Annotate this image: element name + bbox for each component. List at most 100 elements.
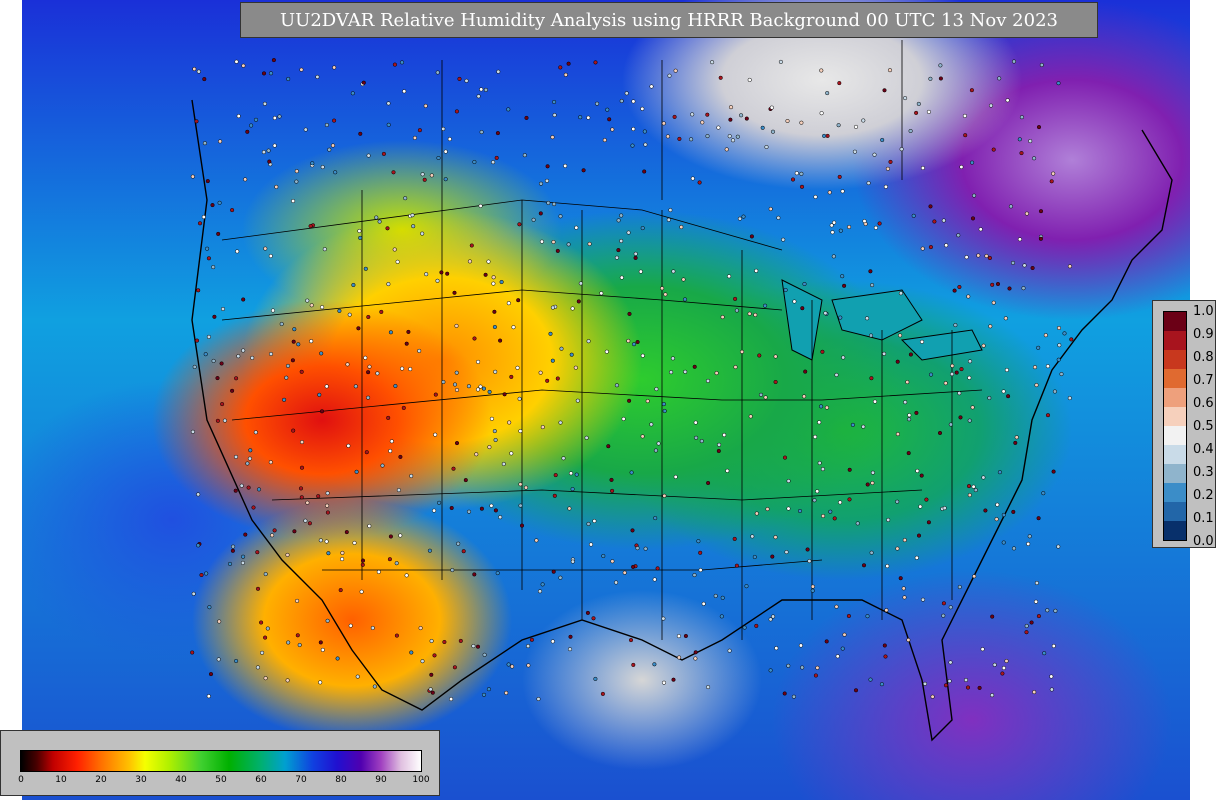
station-marker: [728, 117, 733, 122]
station-marker: [292, 327, 297, 332]
station-marker: [529, 637, 534, 642]
station-marker: [285, 678, 290, 683]
station-marker: [354, 469, 359, 474]
station-marker: [267, 159, 272, 164]
station-marker: [1014, 435, 1019, 440]
station-marker: [552, 202, 557, 207]
station-marker: [192, 66, 197, 72]
station-marker: [255, 586, 261, 591]
station-marker: [1001, 389, 1006, 394]
station-marker: [245, 461, 250, 466]
station-marker: [1026, 541, 1031, 546]
station-marker: [758, 392, 764, 397]
station-marker: [744, 116, 749, 121]
station-marker: [518, 482, 523, 487]
station-marker: [753, 312, 758, 317]
station-marker: [837, 81, 842, 86]
station-marker: [1051, 171, 1056, 176]
station-marker: [928, 76, 933, 81]
station-marker: [631, 662, 636, 667]
station-marker: [299, 495, 304, 500]
station-marker: [417, 128, 422, 133]
station-marker: [515, 365, 520, 370]
station-marker: [531, 217, 536, 222]
obs-color-swatch: [1164, 521, 1186, 540]
station-marker: [749, 234, 754, 239]
station-marker: [716, 448, 721, 454]
station-marker: [1019, 115, 1024, 120]
station-marker: [901, 586, 906, 591]
station-marker: [918, 504, 923, 509]
station-marker: [481, 692, 487, 697]
station-marker: [410, 213, 415, 218]
station-marker: [724, 147, 729, 152]
station-marker: [825, 91, 830, 96]
station-marker: [1052, 389, 1057, 394]
station-marker: [561, 456, 566, 461]
station-marker: [432, 508, 437, 513]
station-marker: [830, 230, 835, 235]
station-marker: [902, 538, 907, 543]
station-marker: [823, 311, 828, 316]
obs-tick-label: 0.3: [1193, 465, 1214, 480]
station-marker: [451, 466, 456, 471]
station-marker: [318, 538, 323, 543]
station-marker: [882, 88, 887, 93]
station-marker: [578, 281, 583, 286]
station-marker: [355, 674, 360, 679]
station-marker: [763, 303, 768, 308]
station-marker: [1000, 671, 1005, 676]
station-marker: [586, 521, 591, 526]
station-marker: [388, 448, 393, 454]
station-marker: [398, 533, 403, 538]
station-marker: [771, 614, 776, 619]
station-marker: [486, 259, 491, 264]
station-marker: [967, 418, 972, 423]
station-marker: [363, 355, 368, 360]
station-marker: [352, 540, 357, 545]
station-marker: [653, 516, 658, 521]
station-marker: [360, 558, 366, 563]
station-marker: [966, 484, 972, 489]
station-marker: [799, 184, 805, 189]
station-marker: [970, 405, 975, 410]
station-marker: [308, 224, 313, 229]
station-marker: [1034, 383, 1039, 388]
station-marker: [769, 105, 774, 110]
station-marker: [518, 503, 523, 508]
station-marker: [778, 59, 783, 64]
station-marker: [610, 127, 615, 132]
station-marker: [555, 248, 560, 253]
station-marker: [790, 177, 796, 182]
station-marker: [791, 694, 796, 699]
station-marker: [526, 644, 531, 649]
station-marker: [310, 161, 315, 166]
station-marker: [868, 333, 874, 338]
station-marker: [645, 399, 650, 404]
station-marker: [840, 189, 845, 194]
station-marker: [540, 425, 545, 430]
station-marker: [443, 149, 448, 154]
station-marker: [660, 286, 665, 291]
station-marker: [204, 571, 209, 576]
station-marker: [995, 281, 1001, 287]
analysis-tick-label: 90: [375, 775, 387, 785]
station-marker: [472, 336, 477, 341]
station-marker: [268, 351, 274, 357]
station-marker: [1045, 364, 1050, 369]
station-marker: [194, 338, 200, 343]
station-marker: [916, 101, 921, 106]
station-marker: [400, 366, 405, 371]
station-marker: [920, 597, 926, 602]
station-marker: [517, 222, 522, 227]
station-marker: [392, 247, 397, 252]
station-marker: [309, 303, 314, 308]
station-marker: [972, 193, 977, 198]
station-marker: [524, 115, 529, 120]
station-marker: [387, 557, 392, 562]
station-marker: [454, 323, 459, 328]
station-marker: [739, 113, 744, 118]
station-marker: [320, 647, 325, 652]
station-marker: [813, 434, 818, 439]
station-marker: [247, 456, 252, 461]
